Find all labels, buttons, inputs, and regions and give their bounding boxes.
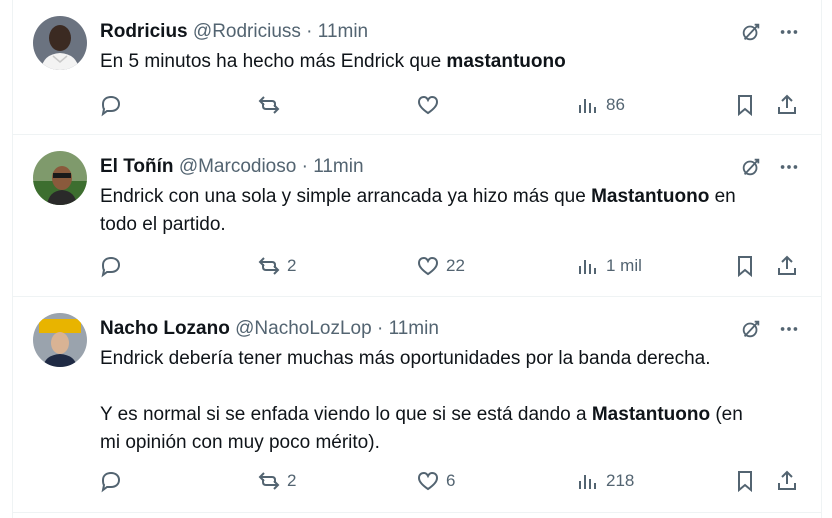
author-name[interactable]: Rodricius — [100, 21, 188, 42]
author-handle[interactable]: @Marcodioso — [179, 156, 297, 177]
reply-button[interactable] — [99, 91, 129, 119]
views-button[interactable]: 86 — [576, 91, 625, 119]
tweet-card[interactable]: Rodricius @Rodriciuss · 11min En 5 minut… — [13, 0, 821, 135]
bookmark-button[interactable] — [733, 467, 757, 495]
timestamp[interactable]: 11min — [313, 156, 363, 177]
views-count: 86 — [606, 95, 625, 114]
share-button[interactable] — [775, 252, 799, 280]
like-button[interactable] — [416, 91, 446, 119]
tweet-feed: Rodricius @Rodriciuss · 11min En 5 minut… — [12, 0, 822, 518]
timestamp[interactable]: 11min — [389, 318, 439, 339]
tweet-text-part: En 5 minutos ha hecho más Endrick que — [100, 51, 447, 72]
bookmark-button[interactable] — [733, 91, 757, 119]
more-dots-icon[interactable] — [777, 155, 801, 179]
avatar[interactable] — [33, 313, 87, 367]
like-count: 22 — [446, 256, 465, 275]
tweet-card[interactable]: Nacho Lozano @NachoLozLop · 11min Endric… — [13, 297, 821, 513]
retweet-count: 2 — [287, 256, 297, 275]
author-handle[interactable]: @NachoLozLop — [235, 318, 372, 339]
tweet-header: Rodricius @Rodriciuss · 11min — [100, 20, 368, 44]
tweet-top-icons — [739, 20, 801, 44]
tweet-actions: 86 — [99, 91, 799, 119]
separator: · — [300, 21, 318, 42]
grok-icon[interactable] — [739, 20, 763, 44]
tweet-header: El Toñín @Marcodioso · 11min — [100, 155, 364, 179]
views-button[interactable]: 1 mil — [576, 252, 642, 280]
tweet-text-bold: Mastantuono — [591, 404, 711, 425]
share-button[interactable] — [775, 91, 799, 119]
tweet-text-bold: Mastantuono — [591, 186, 710, 207]
share-button[interactable] — [775, 467, 799, 495]
tweet-top-icons — [739, 155, 801, 179]
retweet-button[interactable] — [257, 91, 287, 119]
avatar[interactable] — [33, 16, 87, 70]
tweet-text-part: Endrick con una sola y simple arrancada … — [100, 186, 592, 207]
views-count: 218 — [606, 471, 635, 490]
tweet-top-icons — [739, 317, 801, 341]
tweet-text: En 5 minutos ha hecho más Endrick que ma… — [100, 48, 800, 76]
timestamp[interactable]: 11min — [318, 21, 368, 42]
separator: · — [296, 156, 314, 177]
avatar[interactable] — [33, 151, 87, 205]
like-count: 6 — [446, 471, 456, 490]
author-handle[interactable]: @Rodriciuss — [193, 21, 301, 42]
grok-icon[interactable] — [739, 317, 763, 341]
tweet-actions: 2 6 218 — [99, 467, 799, 495]
tweet-text: Endrick debería tener muchas más oportun… — [100, 345, 800, 457]
like-button[interactable]: 22 — [416, 252, 465, 280]
more-dots-icon[interactable] — [777, 317, 801, 341]
reply-button[interactable] — [99, 252, 129, 280]
tweet-actions: 2 22 1 mil — [99, 252, 799, 280]
more-dots-icon[interactable] — [777, 20, 801, 44]
retweet-button[interactable]: 2 — [257, 467, 296, 495]
views-button[interactable]: 218 — [576, 467, 634, 495]
tweet-text-bold: mastantuono — [446, 51, 566, 72]
reply-button[interactable] — [99, 467, 129, 495]
like-button[interactable]: 6 — [416, 467, 455, 495]
retweet-button[interactable]: 2 — [257, 252, 296, 280]
tweet-header: Nacho Lozano @NachoLozLop · 11min — [100, 317, 439, 341]
retweet-count: 2 — [287, 471, 297, 490]
bookmark-button[interactable] — [733, 252, 757, 280]
grok-icon[interactable] — [739, 155, 763, 179]
separator: · — [371, 318, 389, 339]
author-name[interactable]: Nacho Lozano — [100, 318, 230, 339]
tweet-card[interactable]: El Toñín @Marcodioso · 11min Endrick con… — [13, 135, 821, 297]
author-name[interactable]: El Toñín — [100, 156, 174, 177]
tweet-text: Endrick con una sola y simple arrancada … — [100, 183, 800, 239]
views-count: 1 mil — [606, 256, 642, 275]
